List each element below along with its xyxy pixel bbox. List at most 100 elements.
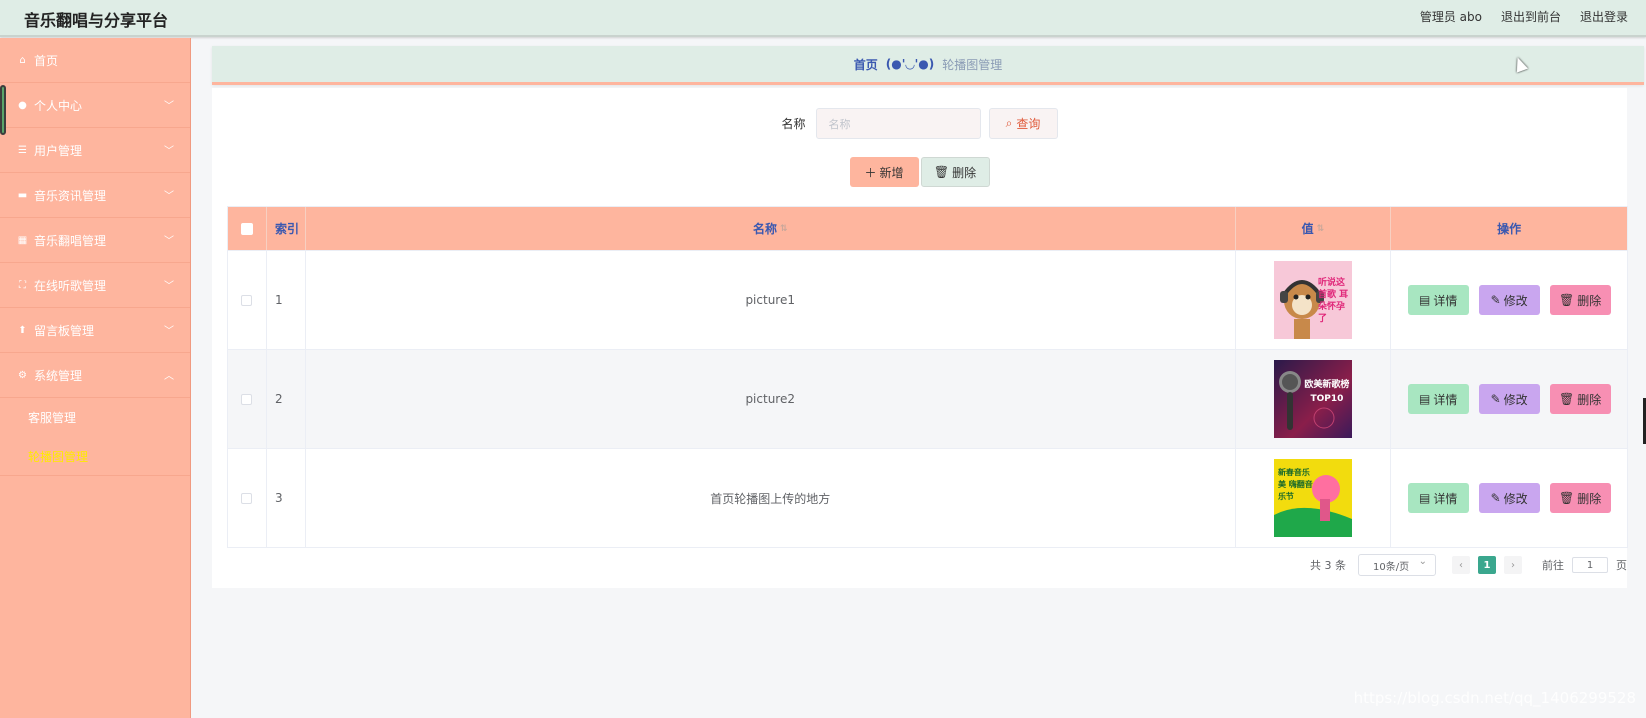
row-value: 欧美新歌榜 TOP10 xyxy=(1236,350,1392,448)
table-row: 2 picture2 欧美新歌榜 TOP10 ▤ 详情 ✎ 修改 🗑 删除 xyxy=(228,349,1627,448)
sidebar-item-label: 音乐资讯管理 xyxy=(34,188,107,203)
sidebar-item-label: 在线听歌管理 xyxy=(34,278,107,293)
page-suffix: 页 xyxy=(1616,559,1627,572)
carousel-thumbnail[interactable]: 听说这首歌 耳朵怀孕了 xyxy=(1273,261,1352,339)
table-row: 1 picture1 听说这首歌 耳朵怀孕了 ▤ 详情 ✎ 修改 🗑 删除 xyxy=(228,250,1627,349)
row-checkbox[interactable] xyxy=(241,393,253,405)
watermark: https://blog.csdn.net/qq_1406299528 xyxy=(1353,689,1636,707)
delete-button[interactable]: 🗑 删除 xyxy=(1549,384,1611,414)
prev-page-button[interactable]: ‹ xyxy=(1452,556,1470,574)
row-index: 1 xyxy=(267,251,306,349)
query-button-label: 查询 xyxy=(1016,117,1041,131)
trash-icon: 🗑 xyxy=(1559,491,1575,505)
search-row: 名称 名称 ⌕ 查询 xyxy=(212,108,1627,139)
sidebar-item-home[interactable]: ⌂ 首页 xyxy=(0,38,190,83)
delete-button[interactable]: 🗑 删除 xyxy=(1549,483,1611,513)
edit-button[interactable]: ✎ 修改 xyxy=(1478,384,1540,414)
row-actions: ▤ 详情 ✎ 修改 🗑 删除 xyxy=(1391,251,1627,349)
sidebar-item-music-cover[interactable]: ▦ 音乐翻唱管理 ﹀ xyxy=(0,218,190,263)
query-button[interactable]: ⌕ 查询 xyxy=(988,108,1058,139)
edit-button[interactable]: ✎ 修改 xyxy=(1478,285,1540,315)
sidebar-item-user-management[interactable]: ☰ 用户管理 ﹀ xyxy=(0,128,190,173)
detail-button[interactable]: ▤ 详情 xyxy=(1407,384,1469,414)
carousel-table: 索引 名称 ⇅ 值 ⇅ 操作 1 picture1 听说这首歌 耳朵怀孕了 ▤ … xyxy=(227,206,1628,548)
row-checkbox[interactable] xyxy=(241,492,253,504)
row-name: picture2 xyxy=(306,350,1236,448)
chevron-down-icon: ﹀ xyxy=(164,191,174,202)
detail-button[interactable]: ▤ 详情 xyxy=(1407,483,1469,513)
header-index: 索引 xyxy=(267,207,306,250)
pencil-icon: ✎ xyxy=(1490,293,1501,307)
chevron-down-icon: ﹀ xyxy=(164,326,174,337)
edit-button-label: 修改 xyxy=(1503,392,1528,407)
select-all-checkbox[interactable] xyxy=(240,222,253,235)
row-select-cell xyxy=(228,251,267,349)
delete-button[interactable]: 🗑 删除 xyxy=(1549,285,1611,315)
edit-button-label: 修改 xyxy=(1503,293,1528,308)
bulk-delete-button[interactable]: 🗑 删除 xyxy=(920,157,990,187)
sidebar-item-personal-center[interactable]: ● 个人中心 ﹀ xyxy=(0,83,190,128)
chevron-up-icon: ︿ xyxy=(164,371,174,382)
chevron-down-icon: ﹀ xyxy=(164,101,174,112)
row-select-cell xyxy=(228,350,267,448)
goto-label: 前往 xyxy=(1542,559,1564,572)
edit-button[interactable]: ✎ 修改 xyxy=(1478,483,1540,513)
list-icon: ☰ xyxy=(18,144,27,156)
home-icon: ⌂ xyxy=(19,54,26,66)
row-name: 首页轮播图上传的地方 xyxy=(306,449,1236,547)
user-icon: ● xyxy=(18,99,27,111)
detail-button[interactable]: ▤ 详情 xyxy=(1407,285,1469,315)
top-header: 音乐翻唱与分享平台 管理员 abo 退出到前台 退出登录 xyxy=(0,0,1646,37)
sidebar-item-label: 用户管理 xyxy=(34,143,83,158)
current-page[interactable]: 1 xyxy=(1478,556,1496,574)
next-page-button[interactable]: › xyxy=(1504,556,1522,574)
sort-icon[interactable]: ⇅ xyxy=(780,224,788,234)
carousel-thumbnail[interactable]: 新春音乐美 嗨翻音乐节 xyxy=(1273,459,1352,537)
row-value: 听说这首歌 耳朵怀孕了 xyxy=(1236,251,1392,349)
ticket-icon: ▬ xyxy=(17,189,28,201)
document-icon: ▤ xyxy=(1418,392,1431,406)
row-checkbox[interactable] xyxy=(241,294,253,306)
pencil-icon: ✎ xyxy=(1490,491,1501,505)
sidebar-scroll-handle[interactable] xyxy=(0,85,6,135)
chevron-right-icon: › xyxy=(1511,559,1515,571)
chevron-down-icon: ﹀ xyxy=(164,146,174,157)
total-count: 共 3 条 xyxy=(1310,559,1346,572)
row-value: 新春音乐美 嗨翻音乐节 xyxy=(1236,449,1392,547)
edit-button-label: 修改 xyxy=(1503,491,1528,506)
detail-button-label: 详情 xyxy=(1433,491,1458,506)
delete-button-label: 删除 xyxy=(1577,491,1602,506)
trash-icon: 🗑 xyxy=(1559,392,1575,406)
row-actions: ▤ 详情 ✎ 修改 🗑 删除 xyxy=(1391,449,1627,547)
sidebar-item-message-board[interactable]: ⬆ 留言板管理 ﹀ xyxy=(0,308,190,353)
breadcrumb-home[interactable]: 首页 xyxy=(854,56,878,73)
page-size-select[interactable]: 10条/页 xyxy=(1358,554,1436,576)
sidebar-item-label: 留言板管理 xyxy=(34,323,95,338)
header-value[interactable]: 值 ⇅ xyxy=(1236,207,1392,250)
add-button-label: 新增 xyxy=(879,165,904,180)
document-icon: ▤ xyxy=(1418,491,1431,505)
search-icon: ⌕ xyxy=(1005,116,1013,130)
sidebar-subitem-customer-service[interactable]: 客服管理 xyxy=(0,398,190,437)
add-button[interactable]: ＋ 新增 xyxy=(849,157,919,187)
thumbnail-caption: 新春音乐美 嗨翻音乐节 xyxy=(1277,468,1313,501)
header-name[interactable]: 名称 ⇅ xyxy=(306,207,1236,250)
goto-page-input[interactable]: 1 xyxy=(1572,557,1608,573)
sort-icon[interactable]: ⇅ xyxy=(1317,224,1325,234)
bulk-delete-label: 删除 xyxy=(952,165,977,180)
search-input[interactable]: 名称 xyxy=(815,108,981,139)
plus-icon: ＋ xyxy=(864,165,877,180)
breadcrumb-current: 轮播图管理 xyxy=(942,57,1003,72)
detail-button-label: 详情 xyxy=(1433,293,1458,308)
sidebar-subitem-carousel[interactable]: 轮播图管理 xyxy=(0,437,190,476)
carousel-thumbnail[interactable]: 欧美新歌榜 TOP10 xyxy=(1273,360,1352,438)
sidebar-item-online-listening[interactable]: ⛶ 在线听歌管理 ﹀ xyxy=(0,263,190,308)
document-icon: ▤ xyxy=(1418,293,1431,307)
sidebar-item-system[interactable]: ⚙ 系统管理 ︿ xyxy=(0,353,190,398)
trash-icon: 🗑 xyxy=(933,165,950,179)
back-to-front-link[interactable]: 退出到前台 xyxy=(1501,8,1561,25)
sidebar-item-label: 首页 xyxy=(34,53,59,68)
sidebar-item-music-news[interactable]: ▬ 音乐资讯管理 ﹀ xyxy=(0,173,190,218)
logout-link[interactable]: 退出登录 xyxy=(1580,8,1628,25)
header-name-label: 名称 xyxy=(752,222,777,236)
